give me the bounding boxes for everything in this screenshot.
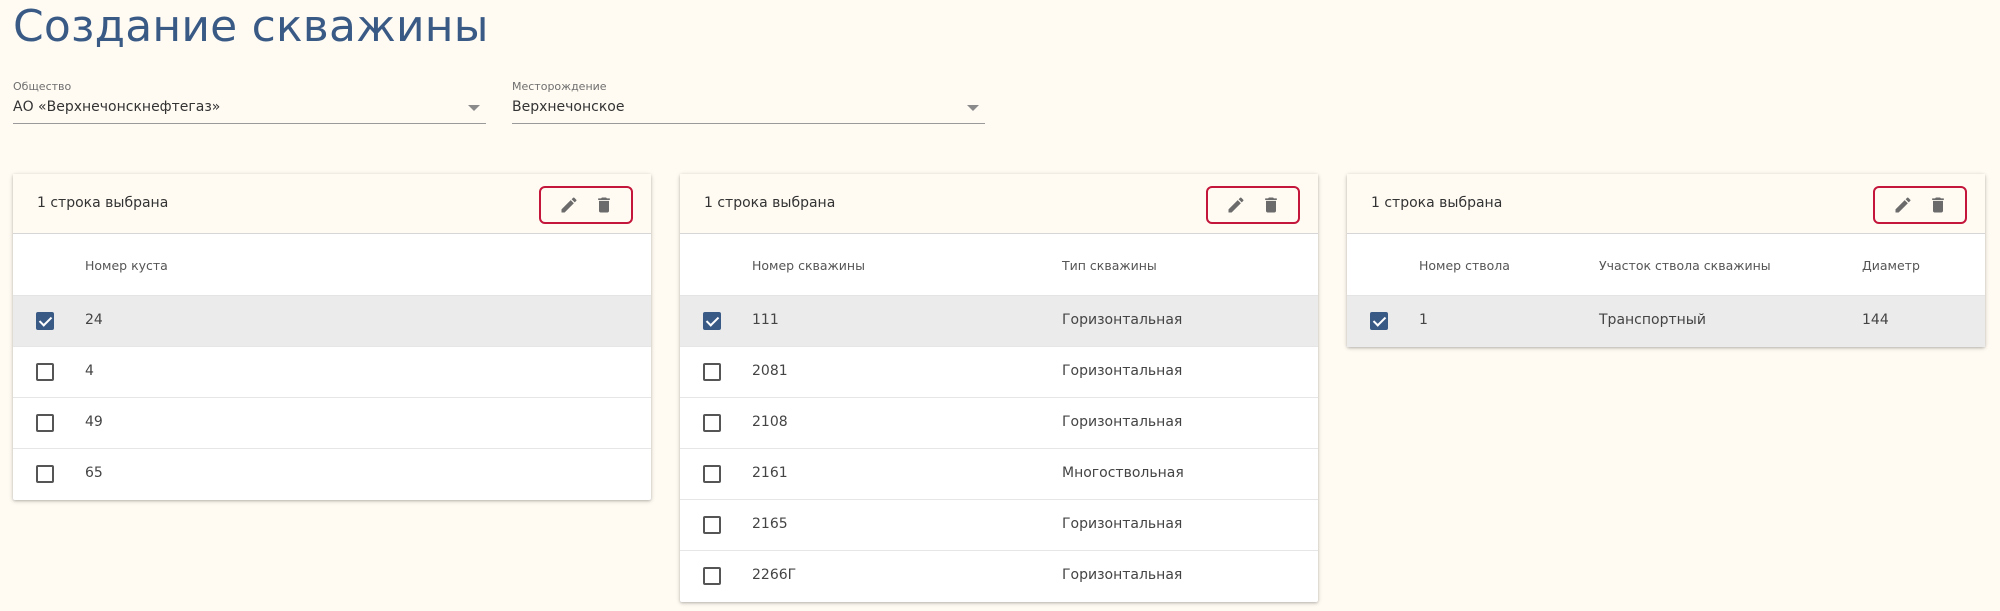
pad-number-cell: 49 [85,414,103,430]
column-header-well-number[interactable]: Номер скважины [752,258,865,273]
table-row[interactable]: 2161 Многоствольная [680,449,1318,500]
field-select-label: Месторождение [512,80,607,93]
column-header-pad-number[interactable]: Номер куста [85,258,168,273]
row-checkbox[interactable] [703,567,721,585]
row-checkbox[interactable] [1370,312,1388,330]
edit-button[interactable] [1223,192,1249,218]
table-row[interactable]: 1 Транспортный 144 [1347,296,1985,347]
diameter-cell: 144 [1862,312,1889,328]
field-select[interactable]: Месторождение Верхнечонское [512,78,985,124]
table-row[interactable]: 2108 Горизонтальная [680,398,1318,449]
selection-count: 1 строка выбрана [37,195,169,211]
delete-button[interactable] [591,192,617,218]
edit-button[interactable] [556,192,582,218]
company-select-value: АО «Верхнечонскнефтегаз» [13,99,221,115]
row-checkbox[interactable] [703,312,721,330]
chevron-down-icon[interactable] [468,105,480,111]
page-title: Создание скважины [13,1,489,52]
table-header: Номер скважины Тип скважины [680,234,1318,296]
delete-button[interactable] [1925,192,1951,218]
bores-table-card: 1 строка выбрана Номер ствола Участок ст… [1347,174,1985,347]
wells-table-card: 1 строка выбрана Номер скважины Тип сква… [680,174,1318,602]
row-checkbox[interactable] [703,363,721,381]
table-row[interactable]: 24 [13,296,651,347]
field-select-value: Верхнечонское [512,99,625,115]
bores-table-toolbar: 1 строка выбрана [1347,174,1985,234]
well-number-cell: 111 [752,312,779,328]
table-header: Номер куста [13,234,651,296]
pads-table-card: 1 строка выбрана Номер куста 24 4 49 65 [13,174,651,500]
bore-section-cell: Транспортный [1599,312,1706,328]
row-actions [1873,186,1967,224]
well-type-cell: Многоствольная [1062,465,1184,481]
row-checkbox[interactable] [36,414,54,432]
well-type-cell: Горизонтальная [1062,312,1183,328]
selection-count: 1 строка выбрана [704,195,836,211]
row-checkbox[interactable] [36,465,54,483]
row-checkbox[interactable] [703,465,721,483]
pad-number-cell: 24 [85,312,103,328]
delete-button[interactable] [1258,192,1284,218]
pencil-icon [1228,197,1244,213]
column-header-bore-section[interactable]: Участок ствола скважины [1599,258,1771,273]
well-number-cell: 2266Г [752,567,797,583]
chevron-down-icon[interactable] [967,105,979,111]
edit-button[interactable] [1890,192,1916,218]
table-row[interactable]: 4 [13,347,651,398]
well-type-cell: Горизонтальная [1062,516,1183,532]
pad-number-cell: 65 [85,465,103,481]
row-checkbox[interactable] [703,414,721,432]
column-header-well-type[interactable]: Тип скважины [1062,258,1157,273]
well-number-cell: 2108 [752,414,788,430]
pencil-icon [1895,197,1911,213]
table-row[interactable]: 65 [13,449,651,500]
row-checkbox[interactable] [36,312,54,330]
trash-icon [1264,197,1277,213]
pads-table-toolbar: 1 строка выбрана [13,174,651,234]
table-header: Номер ствола Участок ствола скважины Диа… [1347,234,1985,296]
well-number-cell: 2161 [752,465,788,481]
column-header-bore-number[interactable]: Номер ствола [1419,258,1510,273]
company-select-label: Общество [13,80,72,93]
well-number-cell: 2081 [752,363,788,379]
table-row[interactable]: 2266Г Горизонтальная [680,551,1318,602]
well-type-cell: Горизонтальная [1062,414,1183,430]
company-select[interactable]: Общество АО «Верхнечонскнефтегаз» [13,78,486,124]
row-actions [539,186,633,224]
well-type-cell: Горизонтальная [1062,567,1183,583]
row-checkbox[interactable] [36,363,54,381]
pencil-icon [561,197,577,213]
table-row[interactable]: 49 [13,398,651,449]
pad-number-cell: 4 [85,363,94,379]
well-type-cell: Горизонтальная [1062,363,1183,379]
table-row[interactable]: 2165 Горизонтальная [680,500,1318,551]
column-header-diameter[interactable]: Диаметр [1862,258,1920,273]
table-row[interactable]: 111 Горизонтальная [680,296,1318,347]
row-actions [1206,186,1300,224]
table-row[interactable]: 2081 Горизонтальная [680,347,1318,398]
bore-number-cell: 1 [1419,312,1428,328]
trash-icon [597,197,610,213]
wells-table-toolbar: 1 строка выбрана [680,174,1318,234]
well-number-cell: 2165 [752,516,788,532]
row-checkbox[interactable] [703,516,721,534]
selection-count: 1 строка выбрана [1371,195,1503,211]
trash-icon [1931,197,1944,213]
